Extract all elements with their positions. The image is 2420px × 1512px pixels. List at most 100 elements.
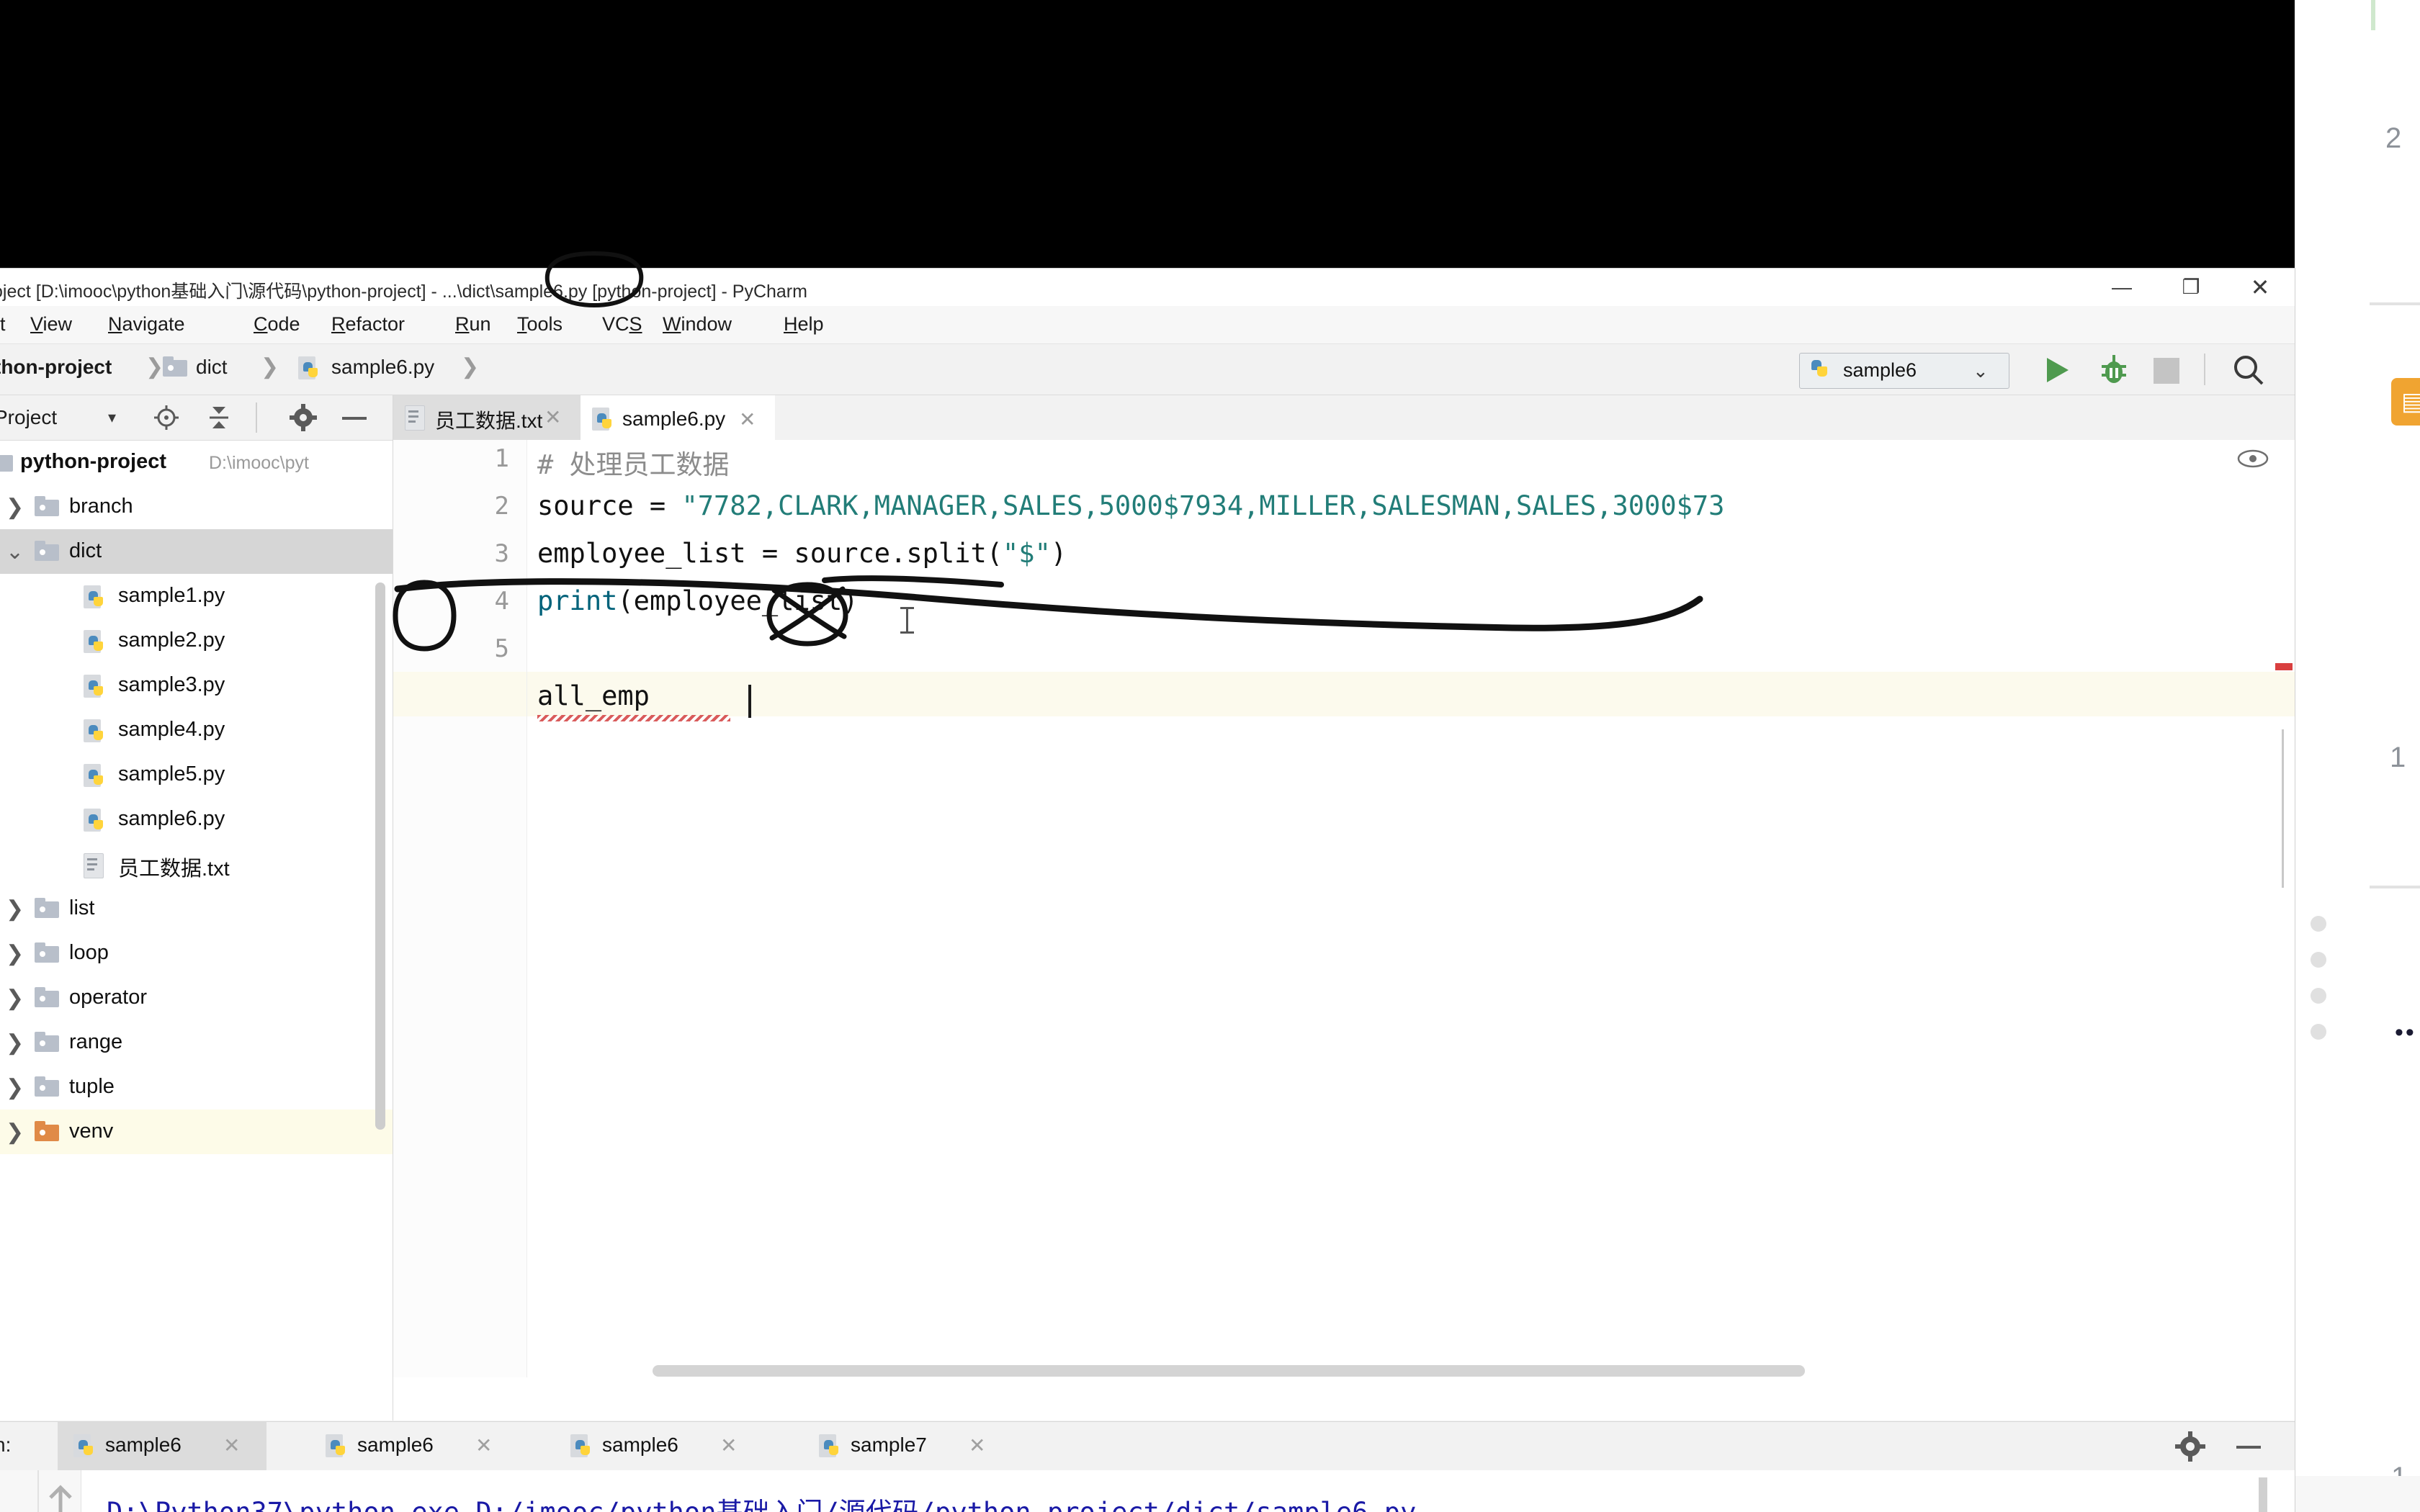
- preview-eye-icon[interactable]: [2237, 449, 2269, 469]
- console-sidebar-divider: [37, 1470, 39, 1512]
- python-file-icon: [84, 719, 107, 745]
- python-file-icon: [84, 809, 107, 834]
- tree-row[interactable]: 员工数据.txt: [0, 842, 393, 886]
- search-everywhere-icon[interactable]: [2229, 351, 2268, 390]
- hide-icon[interactable]: [342, 417, 367, 420]
- menu-item-help[interactable]: Help: [784, 313, 824, 336]
- project-scrollbar[interactable]: [375, 582, 385, 1130]
- tree-row[interactable]: sample1.py: [0, 574, 393, 618]
- python-file-icon: [592, 408, 615, 433]
- breadcrumb-separator: ❯: [461, 355, 480, 379]
- run-tab-3[interactable]: sample7 ✕: [803, 1422, 1012, 1471]
- tree-row[interactable]: python-project D:\imooc\pyt: [0, 440, 393, 485]
- folder-icon: [35, 496, 59, 516]
- tree-item-label: loop: [69, 941, 109, 964]
- editor-tab-sample6py[interactable]: sample6.py ✕: [581, 395, 775, 442]
- python-run-icon: [819, 1434, 842, 1460]
- tree-row[interactable]: sample3.py: [0, 663, 393, 708]
- console-output-area[interactable]: D:\Python37\python.exe D:/imooc/python基础…: [0, 1470, 2295, 1512]
- settings-gear-icon[interactable]: [2175, 1431, 2205, 1462]
- run-configuration-selector[interactable]: sample6 ⌄: [1799, 353, 2009, 389]
- error-stripe-marker[interactable]: [2275, 663, 2293, 670]
- tree-row[interactable]: ❯ loop: [0, 931, 393, 976]
- folder-icon: [35, 541, 59, 561]
- menu-item-run[interactable]: Run: [455, 313, 491, 336]
- run-tab-close-icon[interactable]: ✕: [475, 1434, 492, 1457]
- python-config-icon: [1810, 359, 1832, 383]
- folder-orange-icon: [35, 1121, 59, 1141]
- tree-item-label: range: [69, 1030, 123, 1053]
- chevron-down-icon: ⌄: [1973, 360, 1989, 382]
- tree-twisty-icon[interactable]: ❯: [6, 1075, 24, 1100]
- side-strip-dot: [2311, 1024, 2326, 1040]
- settings-gear-icon[interactable]: [290, 404, 317, 431]
- menu-item-refactor[interactable]: Refactor: [331, 313, 405, 336]
- tree-row[interactable]: ❯ tuple: [0, 1065, 393, 1110]
- run-tab-close-icon[interactable]: ✕: [223, 1434, 240, 1457]
- menu-item-it[interactable]: it: [0, 313, 6, 336]
- tree-row[interactable]: ❯ branch: [0, 485, 393, 529]
- folder-icon: [35, 987, 59, 1007]
- code-line-1: # 处理员工数据: [537, 443, 730, 482]
- minimize-button[interactable]: —: [2087, 269, 2156, 306]
- current-line-gutter-highlight: [393, 672, 526, 716]
- stop-icon[interactable]: [2154, 358, 2179, 384]
- run-tab-0[interactable]: sample6 ✕: [58, 1422, 266, 1471]
- console-vertical-scrollbar[interactable]: [2259, 1477, 2267, 1512]
- code-token: # 处理员工数据: [537, 449, 730, 480]
- python-file-icon: [326, 1434, 349, 1460]
- editor-tab-txt[interactable]: 员工数据.txt ✕: [393, 395, 581, 440]
- run-tab-2[interactable]: sample6 ✕: [555, 1422, 763, 1471]
- run-icon[interactable]: [2038, 352, 2074, 388]
- editor-tab-close-icon[interactable]: ✕: [739, 408, 756, 431]
- menu-item-window[interactable]: Window: [663, 313, 732, 336]
- python-file-icon: [84, 719, 107, 745]
- editor-tab-close-icon[interactable]: ✕: [544, 405, 561, 429]
- tree-twisty-icon[interactable]: ⌄: [6, 539, 24, 564]
- tree-item-label: sample6.py: [118, 807, 225, 830]
- run-tab-close-icon[interactable]: ✕: [720, 1434, 737, 1457]
- side-strip-badge-icon[interactable]: ▤: [2391, 378, 2420, 426]
- close-button[interactable]: ✕: [2226, 269, 2295, 306]
- scroll-up-icon[interactable]: [42, 1482, 79, 1512]
- text-beam-cursor: [906, 608, 908, 633]
- tree-row[interactable]: ❯ range: [0, 1020, 393, 1065]
- tree-row[interactable]: sample5.py: [0, 752, 393, 797]
- tree-twisty-icon[interactable]: ❯: [6, 495, 24, 520]
- project-tool-window: Project ▾ python-project D:\imooc\pyt ❯ bra…: [0, 395, 393, 1421]
- editor-horizontal-scrollbar[interactable]: [653, 1365, 1805, 1377]
- tree-twisty-icon[interactable]: ❯: [6, 941, 24, 966]
- breadcrumb-item-1[interactable]: dict: [196, 356, 228, 379]
- collapse-all-icon[interactable]: [205, 404, 233, 431]
- chevron-down-icon[interactable]: ▾: [108, 408, 116, 427]
- run-tab-1[interactable]: sample6 ✕: [310, 1422, 519, 1471]
- menu-item-navigate[interactable]: Navigate: [108, 313, 185, 336]
- tree-twisty-icon[interactable]: ❯: [6, 1030, 24, 1056]
- maximize-button[interactable]: ❐: [2156, 269, 2226, 306]
- tree-row[interactable]: sample6.py: [0, 797, 393, 842]
- tree-row[interactable]: sample2.py: [0, 618, 393, 663]
- tree-row[interactable]: ❯ list: [0, 886, 393, 931]
- tree-row[interactable]: ⌄ dict: [0, 529, 393, 574]
- tree-row[interactable]: sample4.py: [0, 708, 393, 752]
- tree-item-label: venv: [69, 1120, 114, 1143]
- menu-item-view[interactable]: View: [30, 313, 72, 336]
- menu-item-code[interactable]: Code: [254, 313, 300, 336]
- hide-icon[interactable]: [2236, 1446, 2261, 1449]
- tree-twisty-icon[interactable]: ❯: [6, 986, 24, 1011]
- background-black-band: [0, 0, 2295, 274]
- tree-row[interactable]: ❯ operator: [0, 976, 393, 1020]
- toolbar-divider: [2204, 354, 2205, 385]
- breadcrumb-item-0[interactable]: thon-project: [0, 356, 112, 379]
- code-editor[interactable]: # 处理员工数据 source = "7782,CLARK,MANAGER,SAL…: [527, 440, 2295, 1377]
- tree-row[interactable]: ❯ venv: [0, 1110, 393, 1154]
- tree-twisty-icon[interactable]: ❯: [6, 896, 24, 922]
- menu-item-tools[interactable]: Tools: [517, 313, 563, 336]
- locate-icon[interactable]: [153, 404, 180, 431]
- breadcrumb-item-2[interactable]: sample6.py: [331, 356, 434, 379]
- tree-item-label: branch: [69, 495, 133, 518]
- run-tab-close-icon[interactable]: ✕: [969, 1434, 985, 1457]
- debug-icon[interactable]: [2096, 352, 2132, 388]
- tree-twisty-icon[interactable]: ❯: [6, 1120, 24, 1145]
- menu-item-vcs[interactable]: VCS: [602, 313, 642, 336]
